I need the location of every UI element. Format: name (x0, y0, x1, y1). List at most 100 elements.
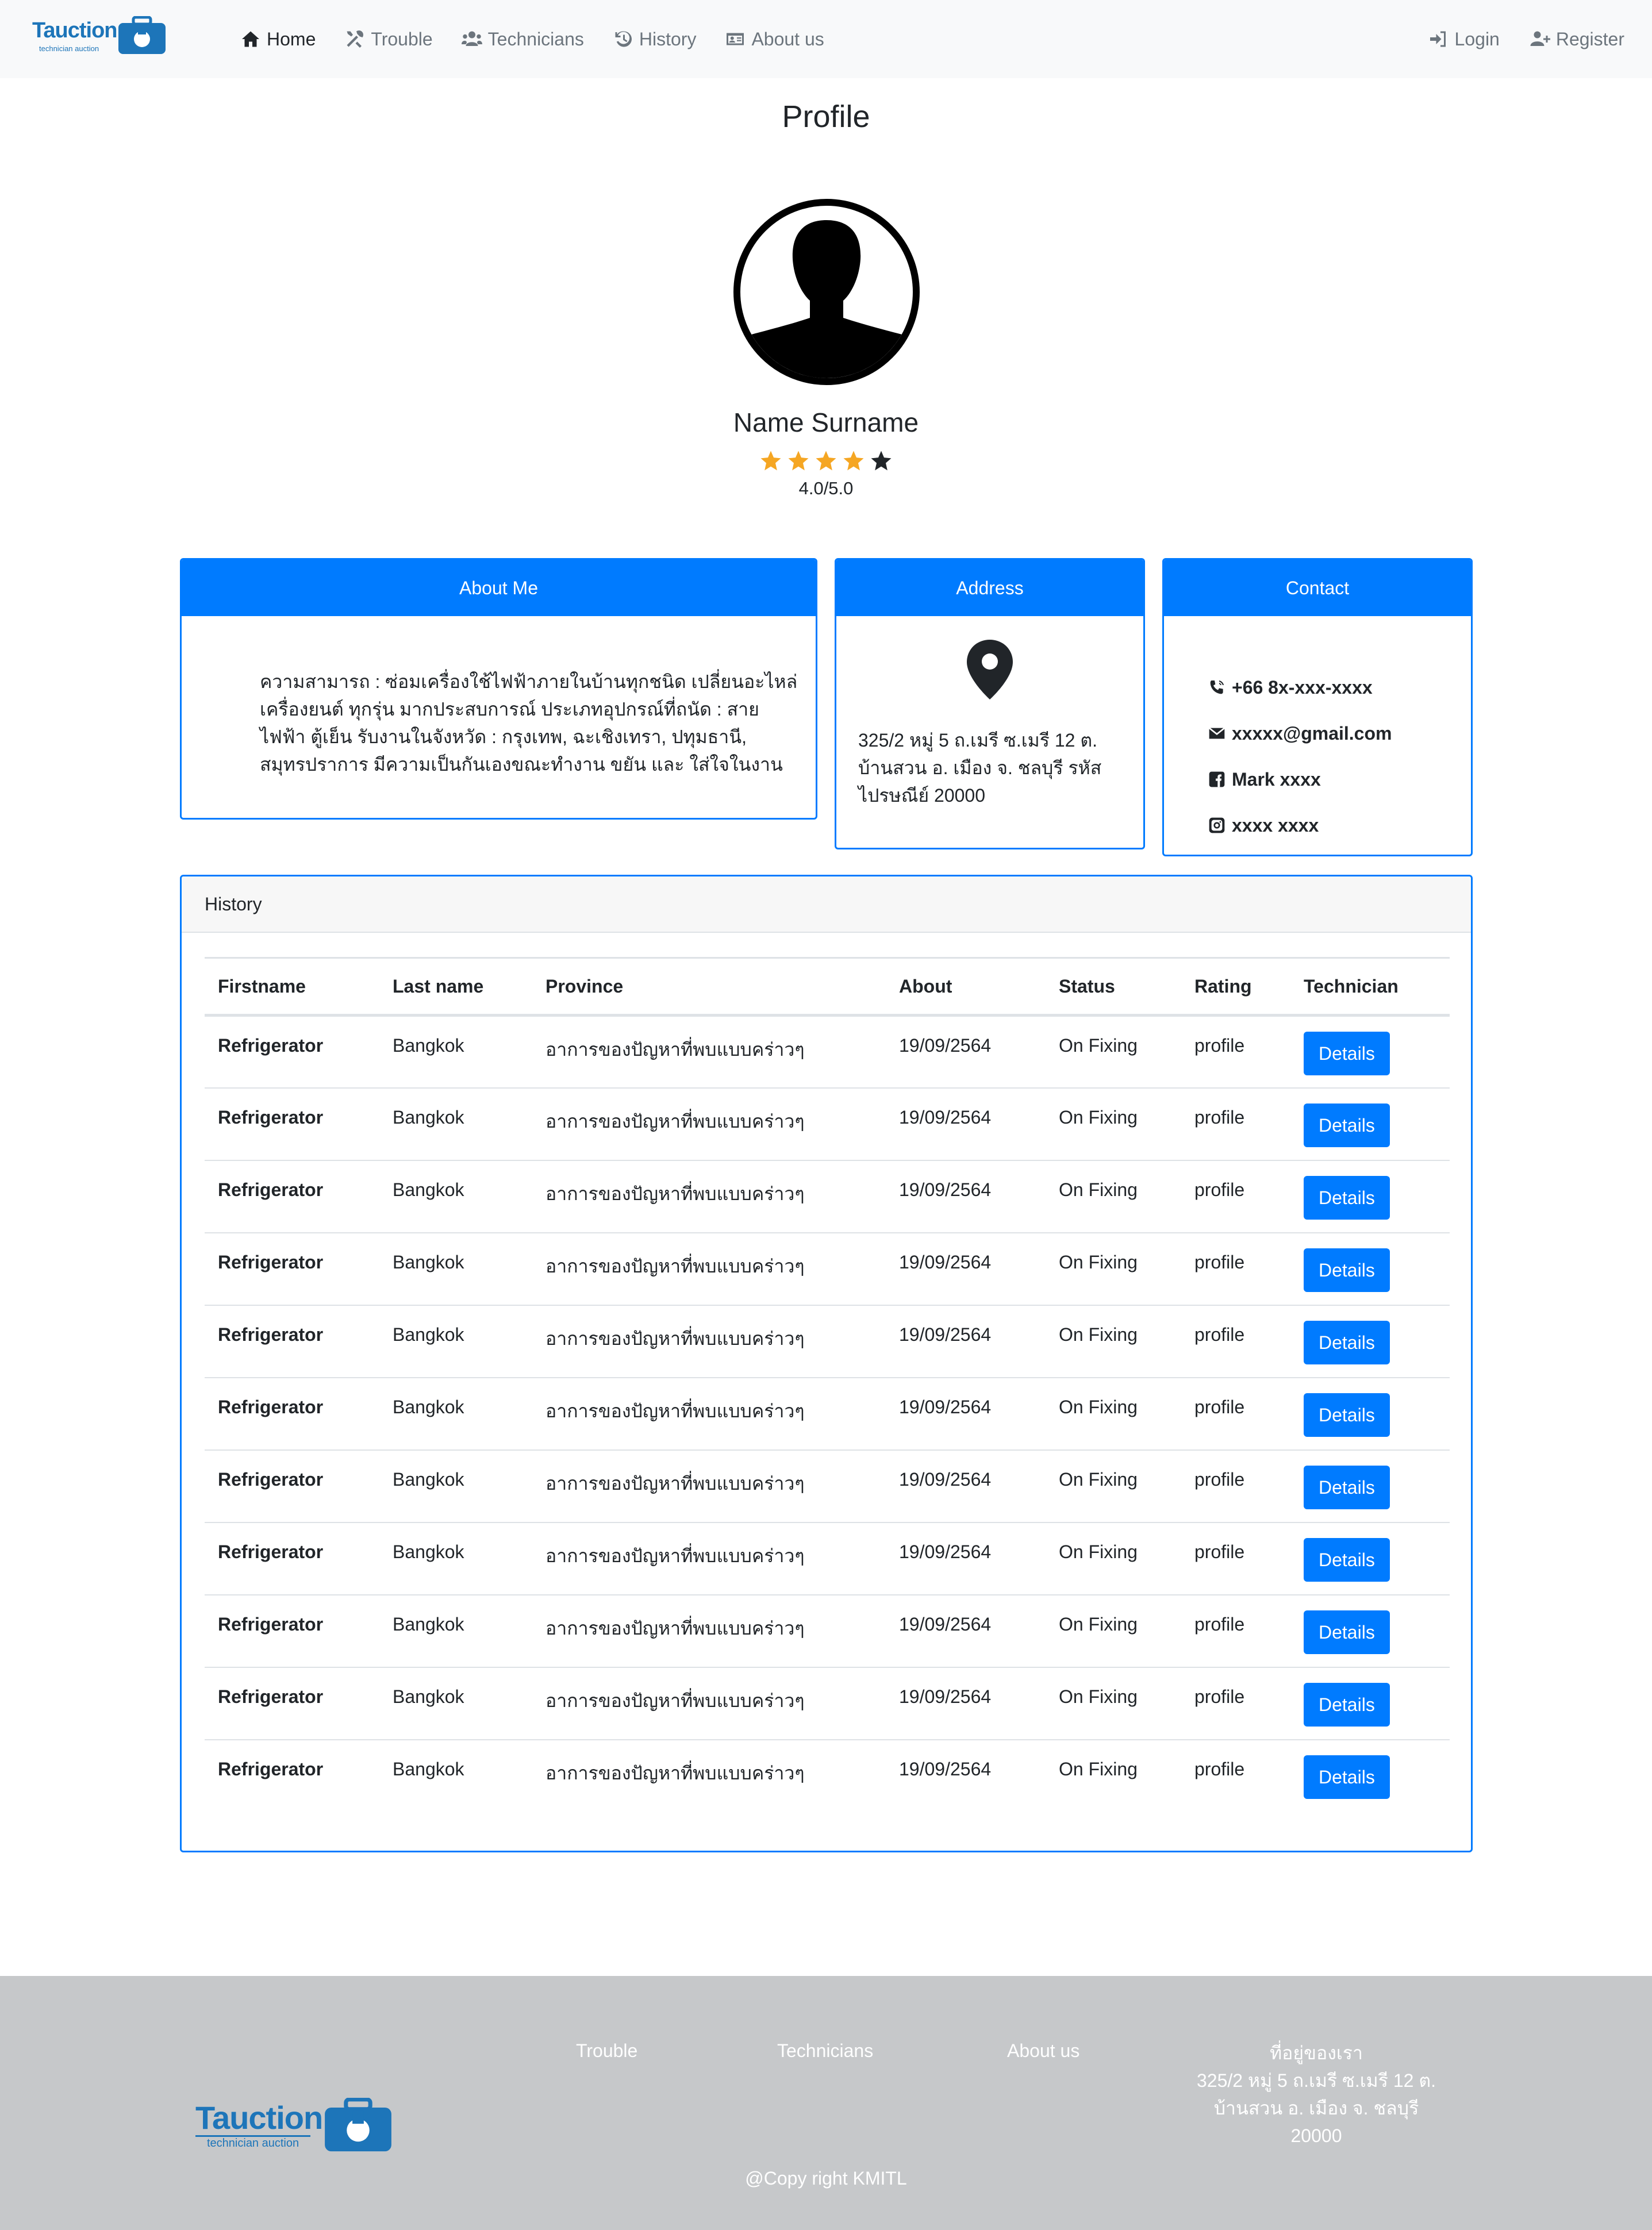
table-cell: Refrigerator (218, 1758, 324, 1779)
table-cell: Refrigerator (218, 1468, 324, 1490)
users-icon (461, 31, 482, 46)
table-cell: 19/09/2564 (899, 1686, 992, 1707)
details-button[interactable]: Details (1304, 1755, 1390, 1799)
table-cell-action: Details (1290, 1088, 1450, 1160)
details-button[interactable]: Details (1304, 1032, 1390, 1075)
table-row: Refrigerator Bangkok อาการของปัญหาที่พบแบบ… (205, 1522, 1450, 1595)
column-header[interactable]: Rating (1181, 958, 1290, 1016)
footer-brand-tagline: technician auction (207, 2137, 299, 2150)
table-cell: 19/09/2564 (899, 1613, 992, 1635)
page-title: Profile (782, 99, 870, 134)
table-cell: On Fixing (1059, 1251, 1138, 1272)
table-cell: Bangkok (393, 1396, 464, 1417)
map-pin-icon (967, 640, 1013, 699)
table-cell: Bangkok (393, 1035, 464, 1056)
table-cell: 19/09/2564 (899, 1758, 992, 1779)
tools-icon (347, 30, 364, 48)
column-header[interactable]: Status (1046, 958, 1181, 1016)
rating-stars (0, 449, 1652, 472)
footer-link-technicians[interactable]: Technicians (777, 2040, 873, 2062)
footer-brand-name: Tauction (195, 2100, 323, 2136)
sign-in-icon (1430, 31, 1446, 47)
details-button[interactable]: Details (1304, 1175, 1390, 1220)
address-text: 325/2 หมู่ 5 ถ.เมรี ซ.เมรี 12 ต. บ้านสวน… (858, 730, 1102, 806)
contact-header: Contact (1164, 560, 1471, 616)
contact-phone[interactable]: +66 8x-xxx-xxxx (1208, 664, 1392, 710)
footer-address-title: ที่อยู่ของเรา (1270, 2043, 1363, 2063)
history-card: History Firstname Last name Province Abo… (180, 875, 1473, 1852)
table-cell: Bangkok (393, 1613, 464, 1635)
table-row: Refrigerator Bangkok อาการของปัญหาที่พบแบบ… (205, 1305, 1450, 1378)
history-icon (615, 31, 632, 47)
table-cell: On Fixing (1059, 1758, 1138, 1779)
column-header[interactable]: Last name (379, 958, 532, 1016)
table-cell: Bangkok (393, 1324, 464, 1345)
table-cell-action: Details (1290, 1233, 1450, 1305)
footer-link-trouble[interactable]: Trouble (576, 2040, 637, 2062)
contact-instagram-text: xxxx xxxx (1232, 814, 1319, 836)
table-cell: Refrigerator (218, 1179, 324, 1200)
navbar: Tauction technician auction Home Trouble… (0, 0, 1652, 78)
table-cell: Refrigerator (218, 1396, 324, 1417)
table-cell-action: Details (1290, 1740, 1450, 1812)
details-button[interactable]: Details (1304, 1320, 1390, 1364)
table-cell: 19/09/2564 (899, 1541, 992, 1562)
nav-history-label: History (639, 29, 697, 49)
details-button[interactable]: Details (1304, 1393, 1390, 1437)
details-button[interactable]: Details (1304, 1537, 1390, 1582)
nav-login[interactable]: Login (1428, 26, 1500, 52)
table-cell: profile (1194, 1541, 1245, 1562)
table-cell: อาการของปัญหาที่พบแบบคร่าวๆ (545, 1472, 805, 1494)
nav-trouble-label: Trouble (371, 29, 433, 49)
table-row: Refrigerator Bangkok อาการของปัญหาที่พบแบบ… (205, 1740, 1450, 1812)
nav-register[interactable]: Register (1530, 26, 1624, 52)
table-row: Refrigerator Bangkok อาการของปัญหาที่พบแบบ… (205, 1667, 1450, 1740)
nav-technicians[interactable]: Technicians (461, 26, 584, 52)
nav-about-us[interactable]: About us (725, 26, 824, 52)
details-button[interactable]: Details (1304, 1248, 1390, 1292)
table-cell: Bangkok (393, 1686, 464, 1707)
contact-instagram[interactable]: xxxx xxxx (1208, 802, 1392, 848)
table-cell: Refrigerator (218, 1686, 324, 1707)
table-cell-action: Details (1290, 1450, 1450, 1522)
table-cell: Bangkok (393, 1541, 464, 1562)
column-header[interactable]: About (886, 958, 1046, 1016)
facebook-icon (1209, 771, 1225, 787)
star-filled-icon (816, 451, 836, 471)
nav-home[interactable]: Home (240, 26, 316, 52)
table-row: Refrigerator Bangkok อาการของปัญหาที่พบแบบ… (205, 1450, 1450, 1522)
table-cell: อาการของปัญหาที่พบแบบคร่าวๆ (545, 1400, 805, 1421)
about-me-text: ความสามารถ : ซ่อมเครื่องใช้ไฟฟ้าภายในบ้า… (260, 671, 798, 775)
home-icon (242, 31, 259, 47)
column-header[interactable]: Firstname (205, 958, 379, 1016)
contact-facebook[interactable]: Mark xxxx (1208, 756, 1392, 802)
footer-logo[interactable]: Tauction technician auction (195, 2098, 394, 2153)
details-button[interactable]: Details (1304, 1103, 1390, 1147)
footer-link-about-us[interactable]: About us (1007, 2040, 1079, 2062)
brand-logo[interactable]: Tauction technician auction (32, 16, 167, 55)
table-cell: Refrigerator (218, 1251, 324, 1272)
toolbox-logo-icon (118, 16, 166, 54)
details-button[interactable]: Details (1304, 1610, 1390, 1654)
table-cell-action: Details (1290, 1016, 1450, 1088)
address-card: Address 325/2 หมู่ 5 ถ.เมรี ซ.เมรี 12 ต.… (835, 558, 1145, 849)
contact-email-text: xxxxx@gmail.com (1232, 722, 1392, 744)
details-button[interactable]: Details (1304, 1682, 1390, 1727)
column-header[interactable]: Technician (1290, 958, 1450, 1016)
table-cell: 19/09/2564 (899, 1324, 992, 1345)
details-button[interactable]: Details (1304, 1465, 1390, 1509)
nav-history[interactable]: History (613, 26, 697, 52)
nav-trouble[interactable]: Trouble (344, 26, 433, 52)
contact-email[interactable]: xxxxx@gmail.com (1208, 710, 1392, 756)
table-cell: 19/09/2564 (899, 1106, 992, 1128)
footer-address: ที่อยู่ของเรา 325/2 หมู่ 5 ถ.เมรี ซ.เมรี… (1190, 2039, 1443, 2150)
nav-left: Home Trouble Technicians History About u… (240, 26, 853, 52)
contact-phone-text: +66 8x-xxx-xxxx (1232, 676, 1373, 698)
table-cell: 19/09/2564 (899, 1468, 992, 1490)
table-cell: Refrigerator (218, 1324, 324, 1345)
instagram-icon (1209, 817, 1225, 833)
table-cell: On Fixing (1059, 1324, 1138, 1345)
copyright: @Copy right KMITL (745, 2168, 907, 2189)
table-row: Refrigerator Bangkok อาการของปัญหาที่พบแบบ… (205, 1016, 1450, 1088)
column-header[interactable]: Province (532, 958, 886, 1016)
